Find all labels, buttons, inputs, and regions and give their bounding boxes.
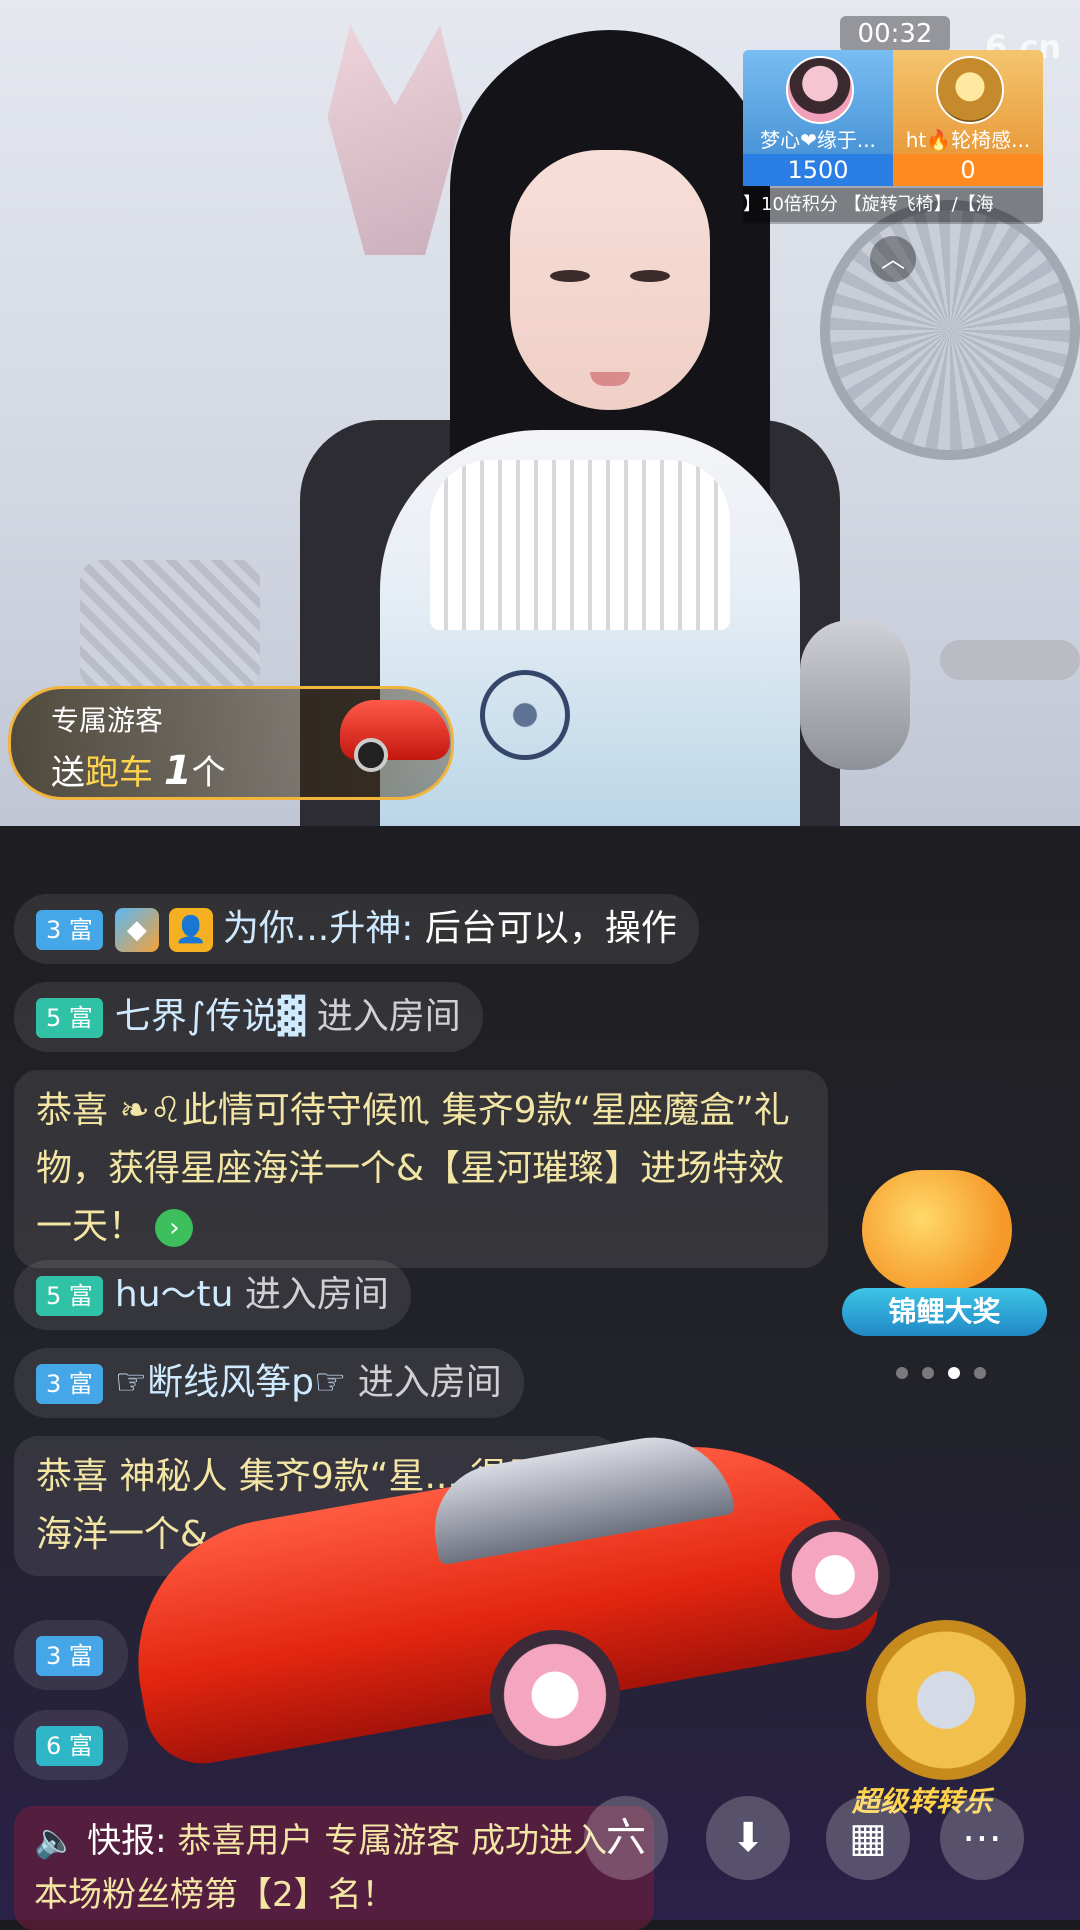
pk-right-host[interactable]: ht🔥轮椅感...: [893, 50, 1043, 154]
avatar[interactable]: [936, 56, 1004, 124]
carousel-dot: [896, 1367, 908, 1379]
wealth-badge: 3 富: [36, 1636, 103, 1676]
chat-message[interactable]: 3 富: [14, 1620, 128, 1690]
wealth-badge: 6 富: [36, 1726, 103, 1766]
pk-timer: 00:32: [840, 16, 950, 52]
gift-text: 送跑车 1个: [51, 745, 226, 794]
carousel-dots: [896, 1364, 1000, 1383]
wealth-badge: 5 富: [36, 998, 103, 1038]
speaker-icon: 🔈: [34, 1821, 77, 1861]
fan: [820, 200, 1080, 460]
microphone: [800, 620, 910, 770]
car-wheel: [780, 1520, 890, 1630]
pk-left-host[interactable]: 梦心❤缘于...: [743, 50, 893, 154]
chat-text: 进入房间: [305, 996, 461, 1037]
carp-prize-promo[interactable]: 锦鲤大奖: [842, 1170, 1047, 1340]
shirt-compass-print: [480, 670, 570, 760]
chat-message[interactable]: 5 富七界∫传说▓ 进入房间: [14, 982, 483, 1052]
carousel-dot: [974, 1367, 986, 1379]
gift-count: 1: [163, 748, 192, 794]
shirt-stripes: [430, 460, 730, 630]
six-room-button[interactable]: 六: [584, 1796, 668, 1880]
car-wheel: [490, 1630, 620, 1760]
live-video[interactable]: 6.cn 00:32 梦心❤缘于... ht🔥轮椅感... 1500 0 】10…: [0, 0, 1080, 826]
chat-text: 后台可以，操作: [413, 908, 677, 949]
pk-score-bar: 1500 0: [743, 154, 1043, 186]
pk-panel[interactable]: 梦心❤缘于... ht🔥轮椅感... 1500 0 】10倍积分 【旋转飞椅】/…: [743, 50, 1043, 224]
chat-username[interactable]: 七界∫传说▓: [115, 996, 305, 1037]
download-button[interactable]: ⬇: [706, 1796, 790, 1880]
chat-message[interactable]: 3 富 ☞断线风筝p☞ 进入房间: [14, 1348, 524, 1418]
carousel-dot: [948, 1367, 960, 1379]
chat-username[interactable]: hu～tu: [115, 1274, 234, 1315]
wealth-badge: 5 富: [36, 1276, 103, 1316]
announcement-text: 恭喜 ❧♌此情可待守候♏ 集齐9款“星座魔盒”礼物，获得星座海洋一个&【星河璀璨…: [36, 1090, 790, 1247]
spin-wheel-icon[interactable]: [866, 1620, 1026, 1780]
user-icon: 👤: [168, 908, 213, 952]
sports-car-gift-animation: [115, 1417, 890, 1773]
carousel-dot: [922, 1367, 934, 1379]
pk-left-score: 1500: [743, 154, 893, 186]
chat-username[interactable]: ☞断线风筝p☞: [115, 1362, 346, 1403]
pk-right-name: ht🔥轮椅感...: [905, 128, 1031, 152]
pillow: [80, 560, 260, 690]
grid-menu-button[interactable]: ▦: [826, 1796, 910, 1880]
level-icon: ◆: [114, 908, 159, 952]
chat-message[interactable]: 6 富: [14, 1710, 128, 1780]
pk-right-score: 0: [893, 154, 1043, 186]
carp-prize-label: 锦鲤大奖: [842, 1288, 1047, 1336]
gift-action: 送: [51, 753, 85, 793]
chat-text: 进入房间: [233, 1274, 389, 1315]
koi-fish-icon: [862, 1170, 1012, 1290]
chevron-right-icon[interactable]: ›: [155, 1209, 194, 1247]
news-ticker: 🔈 快报: 恭喜用户 专属游客 成功进入本场粉丝榜第【2】名！: [14, 1806, 654, 1930]
gift-unit: 个: [191, 753, 226, 793]
mic-stand: [940, 640, 1080, 680]
gift-name: 跑车: [85, 753, 153, 793]
pk-ticker: 】10倍积分 【旋转飞椅】/【海: [743, 188, 1043, 222]
chat-username[interactable]: 为你...升神:: [223, 908, 413, 949]
pk-left-name: 梦心❤缘于...: [760, 128, 876, 152]
news-label: 快报:: [87, 1821, 167, 1861]
eye: [550, 270, 590, 282]
chat-message[interactable]: 5 富 hu～tu 进入房间: [14, 1260, 411, 1330]
gift-sender: 专属游客: [51, 704, 164, 737]
wealth-badge: 3 富: [36, 910, 103, 950]
eye: [630, 270, 670, 282]
more-button[interactable]: ⋯: [940, 1796, 1024, 1880]
wealth-badge: 3 富: [36, 1364, 103, 1404]
streamer-face: [510, 150, 710, 410]
wall-decoration: [327, 25, 463, 255]
system-announcement[interactable]: 恭喜 ❧♌此情可待守候♏ 集齐9款“星座魔盒”礼物，获得星座海洋一个&【星河璀璨…: [14, 1070, 828, 1268]
sports-car-gift-icon: [340, 700, 450, 772]
chat-message[interactable]: 3 富 ◆ 👤 为你...升神: 后台可以，操作: [14, 894, 699, 964]
collapse-up-icon[interactable]: ︿: [870, 236, 916, 282]
chat-text: 进入房间: [346, 1362, 502, 1403]
avatar[interactable]: [786, 56, 854, 124]
